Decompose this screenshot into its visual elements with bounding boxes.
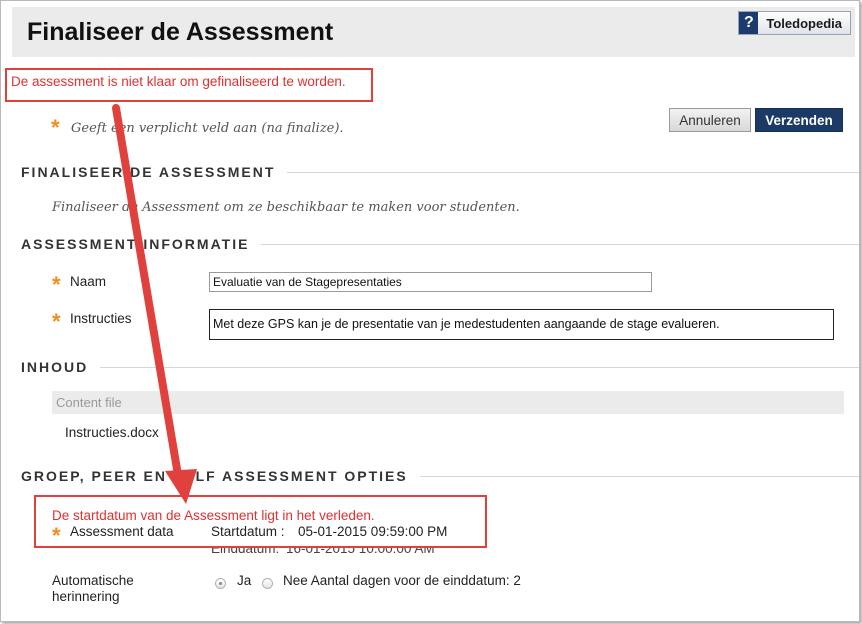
required-star-icon: * [52,272,61,297]
reminder-no-label: Nee Aantal dagen voor de einddatum: 2 [283,573,521,588]
page-title: Finaliseer de Assessment [27,18,334,46]
content-file-link[interactable]: Instructies.docx [65,425,159,440]
title-bar: Finaliseer de Assessment ? Toledopedia [12,7,855,57]
required-star-icon: * [52,309,61,334]
section-title: ASSESSMENT INFORMATIE [21,236,250,252]
assessment-frame: Finaliseer de Assessment ? Toledopedia D… [0,0,860,622]
section-options: GROEP, PEER EN SELF ASSESSMENT OPTIES [21,468,859,484]
finalize-description: Finaliseer de Assessment om ze beschikba… [52,200,520,215]
name-input[interactable]: Evaluatie van de Stagepresentaties [209,272,652,292]
instructions-label: Instructies [70,311,132,326]
section-divider [419,475,859,477]
section-title: FINALISEER DE ASSESSMENT [21,164,276,180]
reminder-label-line2: herinnering [52,589,120,604]
name-label: Naam [70,274,107,289]
error-message: De assessment is niet klaar om gefinalis… [11,74,346,89]
reminder-yes-radio[interactable] [215,578,226,589]
section-divider [287,171,859,173]
help-label: Toledopedia [766,15,842,31]
instructions-textarea[interactable]: Met deze GPS kan je de presentatie van j… [209,309,834,340]
start-date-label: Startdatum : [211,524,285,539]
question-icon: ? [739,12,759,34]
reminder-yes-label: Ja [237,573,252,588]
required-field-note: Geeft een verplicht veld aan (na finaliz… [71,121,344,136]
toledopedia-help-button[interactable]: ? Toledopedia [738,11,851,35]
date-error-message: De startdatum van de Assessment ligt in … [52,508,375,523]
section-title: INHOUD [21,359,89,375]
section-divider [261,243,859,245]
section-divider [100,366,859,368]
section-info: ASSESSMENT INFORMATIE [21,236,859,252]
start-date-value: 05-01-2015 09:59:00 PM [298,524,448,539]
reminder-label: Automatische [52,573,134,588]
submit-button[interactable]: Verzenden [755,108,843,132]
section-title: GROEP, PEER EN SELF ASSESSMENT OPTIES [21,468,408,484]
required-star-icon: * [51,115,60,140]
cancel-button[interactable]: Annuleren [669,108,751,132]
section-finalize: FINALISEER DE ASSESSMENT [21,164,859,180]
section-content: INHOUD [21,359,859,375]
assessment-dates-label: Assessment data [70,524,174,539]
content-file-column-header: Content file [52,391,844,414]
required-star-icon: * [52,523,61,548]
reminder-no-radio[interactable] [262,578,273,589]
